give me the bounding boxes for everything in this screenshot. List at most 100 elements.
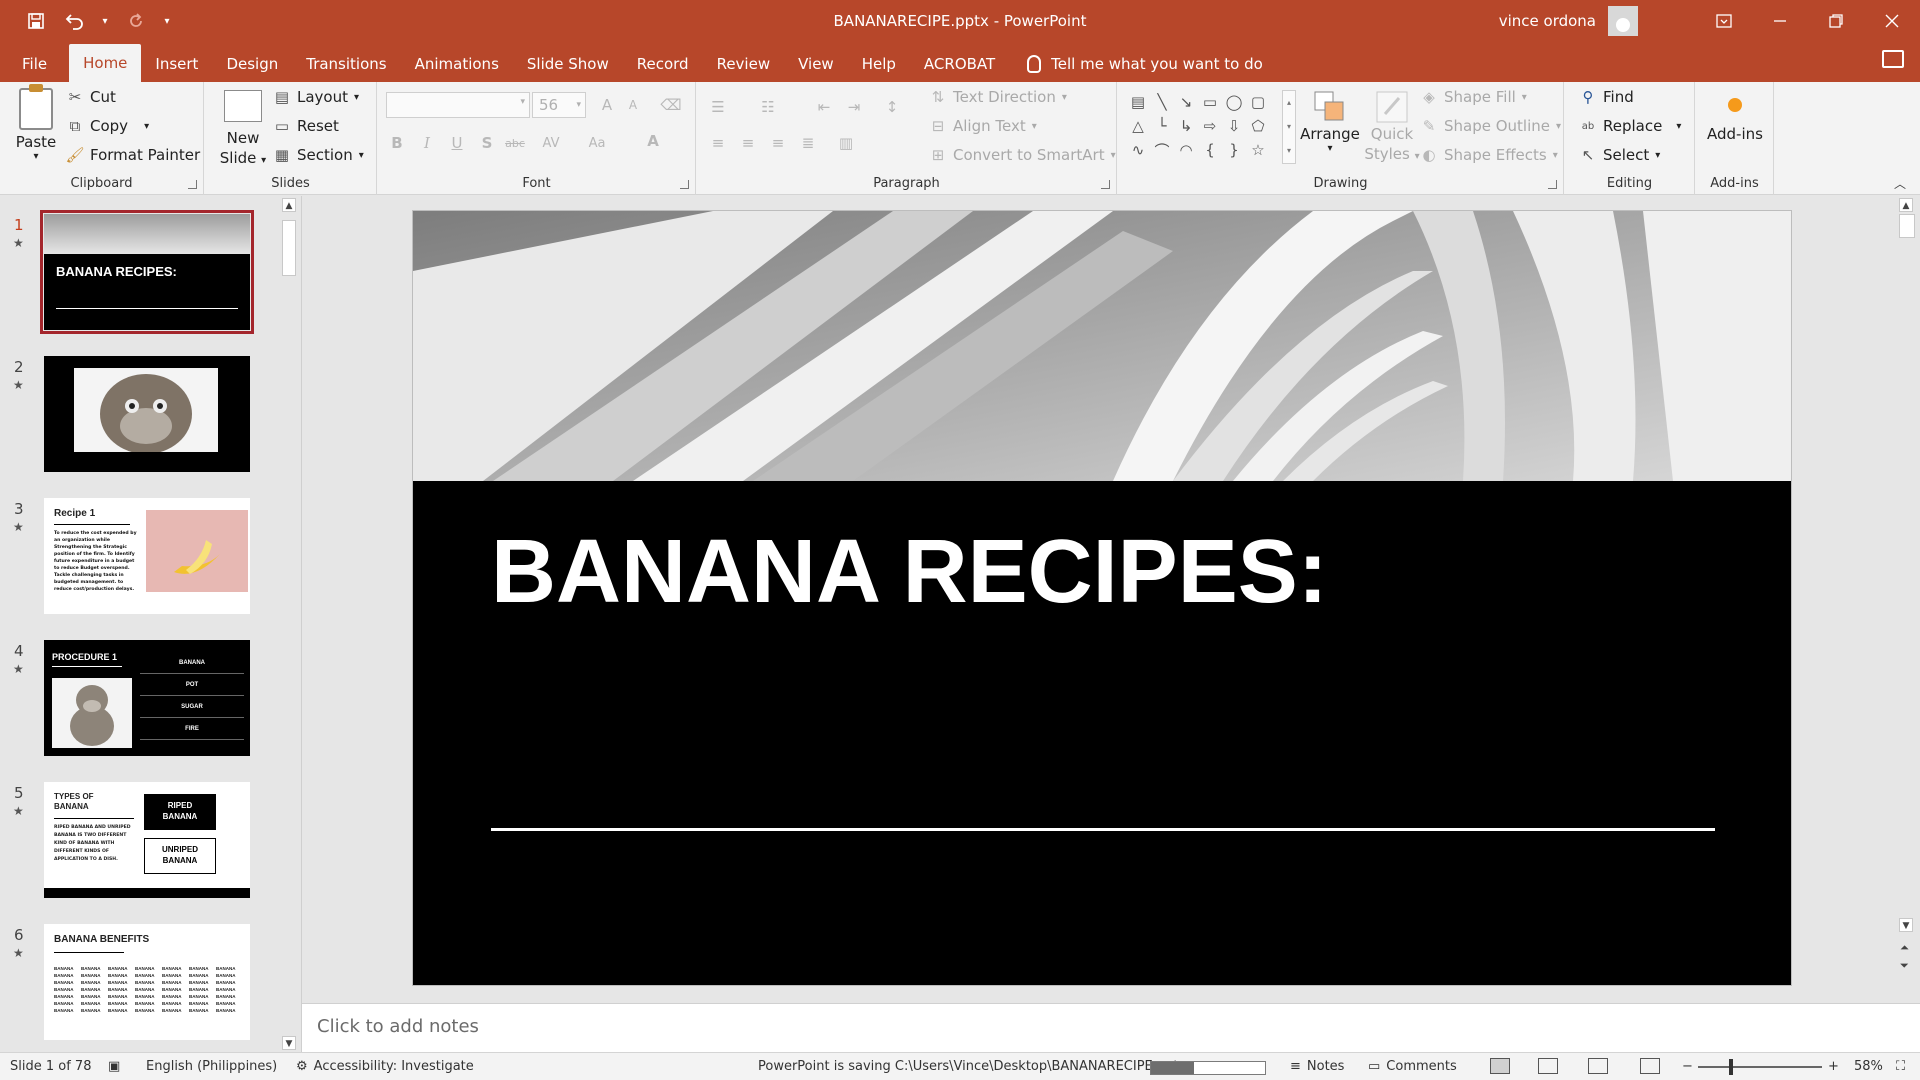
strikethrough-icon[interactable]: abc [505, 134, 525, 152]
shadow-icon[interactable]: S [478, 134, 496, 152]
tab-file[interactable]: File [0, 46, 69, 82]
notes-placeholder[interactable]: Click to add notes [317, 1016, 479, 1037]
slide-thumbnail-5[interactable]: TYPES OF BANANA RIPED BANANA AND UNRIPED … [44, 782, 250, 898]
next-slide-icon[interactable]: ⏷ [1900, 958, 1909, 974]
select-button[interactable]: ↖ Select ▾ [1579, 146, 1661, 164]
font-launcher-icon[interactable] [680, 180, 689, 189]
drawing-launcher-icon[interactable] [1548, 180, 1557, 189]
shapes-gallery-scroll[interactable]: ▴ ▾ ▾ [1282, 90, 1296, 164]
language-indicator[interactable]: English (Philippines) [146, 1059, 277, 1074]
clipboard-launcher-icon[interactable] [188, 180, 197, 189]
slide-sorter-view-icon[interactable] [1538, 1058, 1558, 1074]
align-text-button[interactable]: ⊟ Align Text ▾ [929, 117, 1037, 135]
spellcheck-icon[interactable]: ▣ [108, 1059, 120, 1074]
quick-styles-button[interactable]: Quick Styles ▾ [1364, 90, 1420, 167]
zoom-slider-track[interactable] [1698, 1066, 1822, 1068]
font-size-box[interactable]: 56 ▾ [532, 92, 586, 118]
scroll-up-icon[interactable]: ▲ [1899, 198, 1913, 212]
thumbnail-row-5[interactable]: 5 ★ TYPES OF BANANA RIPED BANANA AND UNRI… [0, 782, 300, 900]
tell-me-search[interactable]: Tell me what you want to do [1009, 46, 1263, 82]
elbow-arrow-shape-icon[interactable]: ↳ [1174, 114, 1198, 138]
user-account[interactable]: vince ordona [1499, 0, 1638, 42]
down-arrow-shape-icon[interactable]: ⇩ [1222, 114, 1246, 138]
arc-shape-icon[interactable]: ◠ [1174, 138, 1198, 162]
text-direction-button[interactable]: ⇅ Text Direction ▾ [929, 88, 1067, 106]
align-center-icon[interactable]: ≡ [739, 134, 757, 152]
curve-shape-icon[interactable]: ⌒ [1150, 138, 1174, 162]
slide-thumbnail-1[interactable]: BANANA RECIPES: [40, 210, 254, 334]
textbox-shape-icon[interactable]: ▤ [1126, 90, 1150, 114]
scroll-down-icon[interactable]: ▼ [1899, 918, 1913, 932]
tab-home[interactable]: Home [69, 44, 142, 82]
tab-insert[interactable]: Insert [141, 46, 212, 82]
tab-animations[interactable]: Animations [401, 46, 513, 82]
reading-view-icon[interactable] [1588, 1058, 1608, 1074]
previous-slide-icon[interactable]: ⏶ [1900, 940, 1909, 956]
italic-icon[interactable]: I [418, 134, 436, 152]
thumbnail-row-3[interactable]: 3 ★ Recipe 1 To reduce the cost expended… [0, 498, 300, 616]
comments-icon[interactable] [1882, 50, 1904, 68]
rectangle-shape-icon[interactable]: ▭ [1198, 90, 1222, 114]
title-underline[interactable] [491, 828, 1715, 831]
shape-outline-button[interactable]: ✎ Shape Outline ▾ [1420, 117, 1561, 135]
find-button[interactable]: ⚲ Find [1579, 88, 1634, 106]
paragraph-launcher-icon[interactable] [1101, 180, 1110, 189]
align-left-icon[interactable]: ≡ [709, 134, 727, 152]
arrange-button[interactable]: Arrange ▾ [1300, 90, 1360, 154]
slide-title[interactable]: BANANA RECIPES: [491, 521, 1328, 624]
notes-toggle[interactable]: ≡ Notes [1290, 1059, 1344, 1074]
triangle-shape-icon[interactable]: △ [1126, 114, 1150, 138]
slide-thumbnail-2[interactable] [44, 356, 250, 472]
increase-font-icon[interactable]: A [598, 96, 616, 114]
character-spacing-icon[interactable]: AV [542, 134, 560, 152]
thumbnail-row-2[interactable]: 2 ★ [0, 356, 300, 474]
shape-fill-button[interactable]: ◈ Shape Fill ▾ [1420, 88, 1527, 106]
current-slide[interactable]: BANANA RECIPES: [412, 210, 1792, 986]
scroll-up-icon[interactable]: ▲ [282, 198, 296, 212]
fit-to-window-icon[interactable]: ⛶ [1896, 1059, 1905, 1074]
shapes-gallery[interactable]: ▤ ╲ ↘ ▭ ◯ ▢ △ └ ↳ ⇨ ⇩ ⬠ ∿ ⌒ ◠ { } ☆ [1126, 90, 1272, 164]
thumbnails-scrollbar[interactable]: ▲ ▼ [280, 196, 298, 1052]
scroll-thumb[interactable] [282, 220, 296, 276]
slide-show-view-icon[interactable] [1640, 1058, 1660, 1074]
replace-button[interactable]: ab Replace ▾ [1579, 117, 1682, 135]
line-spacing-icon[interactable]: ↕ [883, 98, 901, 116]
rounded-rect-shape-icon[interactable]: ▢ [1246, 90, 1270, 114]
customize-qat-icon[interactable]: ▾ [160, 16, 174, 27]
reset-button[interactable]: ▭ Reset [273, 117, 339, 135]
undo-dropdown-icon[interactable]: ▾ [98, 16, 112, 27]
zoom-slider-handle[interactable] [1729, 1059, 1733, 1075]
underline-icon[interactable]: U [448, 134, 466, 152]
columns-icon[interactable]: ▥ [837, 134, 855, 152]
layout-button[interactable]: ▤ Layout ▾ [273, 88, 359, 106]
tab-help[interactable]: Help [848, 46, 910, 82]
slide-thumbnail-6[interactable]: BANANA BENEFITS BANANA BANANA BANANA BANANA… [44, 924, 250, 1040]
decrease-font-icon[interactable]: A [624, 96, 642, 114]
format-painter-button[interactable]: 🖌 Format Painter [65, 146, 200, 164]
justify-icon[interactable]: ≣ [799, 134, 817, 152]
minimize-icon[interactable] [1752, 0, 1808, 42]
tab-acrobat[interactable]: ACROBAT [910, 46, 1009, 82]
increase-indent-icon[interactable]: ⇥ [845, 98, 863, 116]
pentagon-shape-icon[interactable]: ⬠ [1246, 114, 1270, 138]
redo-icon[interactable] [122, 7, 150, 35]
collapse-ribbon-icon[interactable]: ︿ [1894, 175, 1906, 192]
zoom-level[interactable]: 58% [1854, 1059, 1883, 1074]
slide-scrollbar[interactable]: ▲ ▼ ⏶ ⏷ [1894, 196, 1920, 1002]
normal-view-icon[interactable] [1490, 1058, 1510, 1074]
accessibility-checker[interactable]: ⚙ Accessibility: Investigate [296, 1059, 474, 1074]
new-slide-button[interactable]: New Slide ▾ [217, 90, 269, 171]
star-shape-icon[interactable]: ☆ [1246, 138, 1270, 162]
thumbnail-row-1[interactable]: 1 ★ BANANA RECIPES: [0, 210, 300, 334]
clear-formatting-icon[interactable]: ⌫ [660, 96, 681, 114]
left-brace-shape-icon[interactable]: { [1198, 138, 1222, 162]
slide-thumbnail-3[interactable]: Recipe 1 To reduce the cost expended by … [44, 498, 250, 614]
zoom-in-icon[interactable]: + [1828, 1059, 1839, 1074]
tab-transitions[interactable]: Transitions [292, 46, 400, 82]
comments-toggle[interactable]: ▭ Comments [1368, 1059, 1457, 1074]
oval-shape-icon[interactable]: ◯ [1222, 90, 1246, 114]
tab-slide-show[interactable]: Slide Show [513, 46, 623, 82]
ribbon-display-options-icon[interactable] [1696, 0, 1752, 42]
addins-button[interactable]: Add-ins [1696, 88, 1774, 144]
arrow-line-shape-icon[interactable]: ↘ [1174, 90, 1198, 114]
